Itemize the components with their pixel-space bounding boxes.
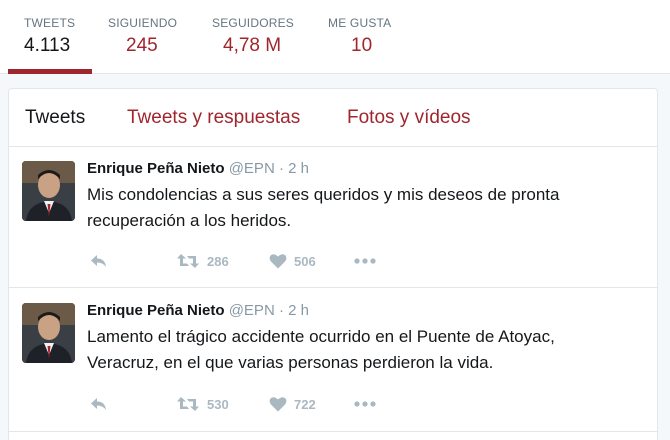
heart-icon xyxy=(269,254,287,269)
more-icon xyxy=(354,401,376,407)
stat-following[interactable]: SIGUIENDO 245 xyxy=(108,0,198,74)
tweet-text: Mis condolencias a sus seres queridos y … xyxy=(87,185,560,230)
stat-tweets-label: TWEETS xyxy=(24,16,76,30)
stat-following-label: SIGUIENDO xyxy=(108,16,178,30)
more-button[interactable] xyxy=(354,251,376,271)
tweet-header: Enrique Peña Nieto @EPN · 2 h xyxy=(87,302,309,319)
retweet-icon xyxy=(177,397,199,411)
like-button[interactable]: 722 xyxy=(269,394,316,414)
tweet-timestamp[interactable]: · 2 h xyxy=(279,160,309,177)
tab-tweets-and-replies[interactable]: Tweets y respuestas xyxy=(127,107,300,129)
retweet-button[interactable]: 286 xyxy=(176,251,229,271)
like-button[interactable]: 506 xyxy=(269,251,316,271)
retweet-icon xyxy=(177,254,199,268)
stat-likes-label: ME GUSTA xyxy=(328,16,392,30)
retweet-button[interactable]: 530 xyxy=(176,394,229,414)
retweet-count: 286 xyxy=(207,253,229,269)
timeline-tabs: Tweets Tweets y respuestas Fotos y vídeo… xyxy=(9,89,657,147)
reply-icon xyxy=(91,255,106,267)
tweet-author-name[interactable]: Enrique Peña Nieto xyxy=(87,302,225,319)
reply-button[interactable] xyxy=(89,394,109,414)
tweet-item[interactable]: Enrique Peña Nieto @EPN · 2 h Mis condol… xyxy=(9,148,657,288)
tweet-header: Enrique Peña Nieto @EPN · 2 h xyxy=(87,160,309,177)
stat-tweets[interactable]: TWEETS 4.113 xyxy=(24,0,94,74)
tab-tweets[interactable]: Tweets xyxy=(25,107,85,129)
reply-button[interactable] xyxy=(89,251,109,271)
like-count: 722 xyxy=(294,396,316,412)
timeline-panel: Tweets Tweets y respuestas Fotos y vídeo… xyxy=(8,88,658,440)
avatar[interactable] xyxy=(22,161,75,221)
avatar[interactable] xyxy=(22,303,75,363)
stat-likes-value: 10 xyxy=(351,35,373,56)
tweet-item[interactable]: Enrique Peña Nieto @EPN · 2 h Lamento el… xyxy=(9,289,657,432)
heart-icon xyxy=(269,397,287,412)
stat-tweets-value: 4.113 xyxy=(24,35,71,56)
active-stat-underline xyxy=(8,69,92,74)
reply-icon xyxy=(91,398,106,410)
profile-stats-nav: TWEETS 4.113 SIGUIENDO 245 SEGUIDORES 4,… xyxy=(0,0,670,74)
stat-followers-label: SEGUIDORES xyxy=(212,16,295,30)
more-button[interactable] xyxy=(354,394,376,414)
tab-photos-and-videos[interactable]: Fotos y vídeos xyxy=(347,107,471,129)
like-count: 506 xyxy=(294,253,316,269)
more-icon xyxy=(354,258,376,264)
tweet-author-handle[interactable]: @EPN xyxy=(229,302,275,319)
stat-likes[interactable]: ME GUSTA 10 xyxy=(328,0,408,74)
tweet-timestamp[interactable]: · 2 h xyxy=(279,302,309,319)
retweet-count: 530 xyxy=(207,396,229,412)
tweet-author-name[interactable]: Enrique Peña Nieto xyxy=(87,160,225,177)
stat-following-value: 245 xyxy=(126,35,158,56)
stat-followers[interactable]: SEGUIDORES 4,78 M xyxy=(212,0,312,74)
stat-followers-value: 4,78 M xyxy=(223,35,282,56)
tweet-author-handle[interactable]: @EPN xyxy=(229,160,275,177)
tweet-text: Lamento el trágico accidente ocurrido en… xyxy=(87,327,555,372)
